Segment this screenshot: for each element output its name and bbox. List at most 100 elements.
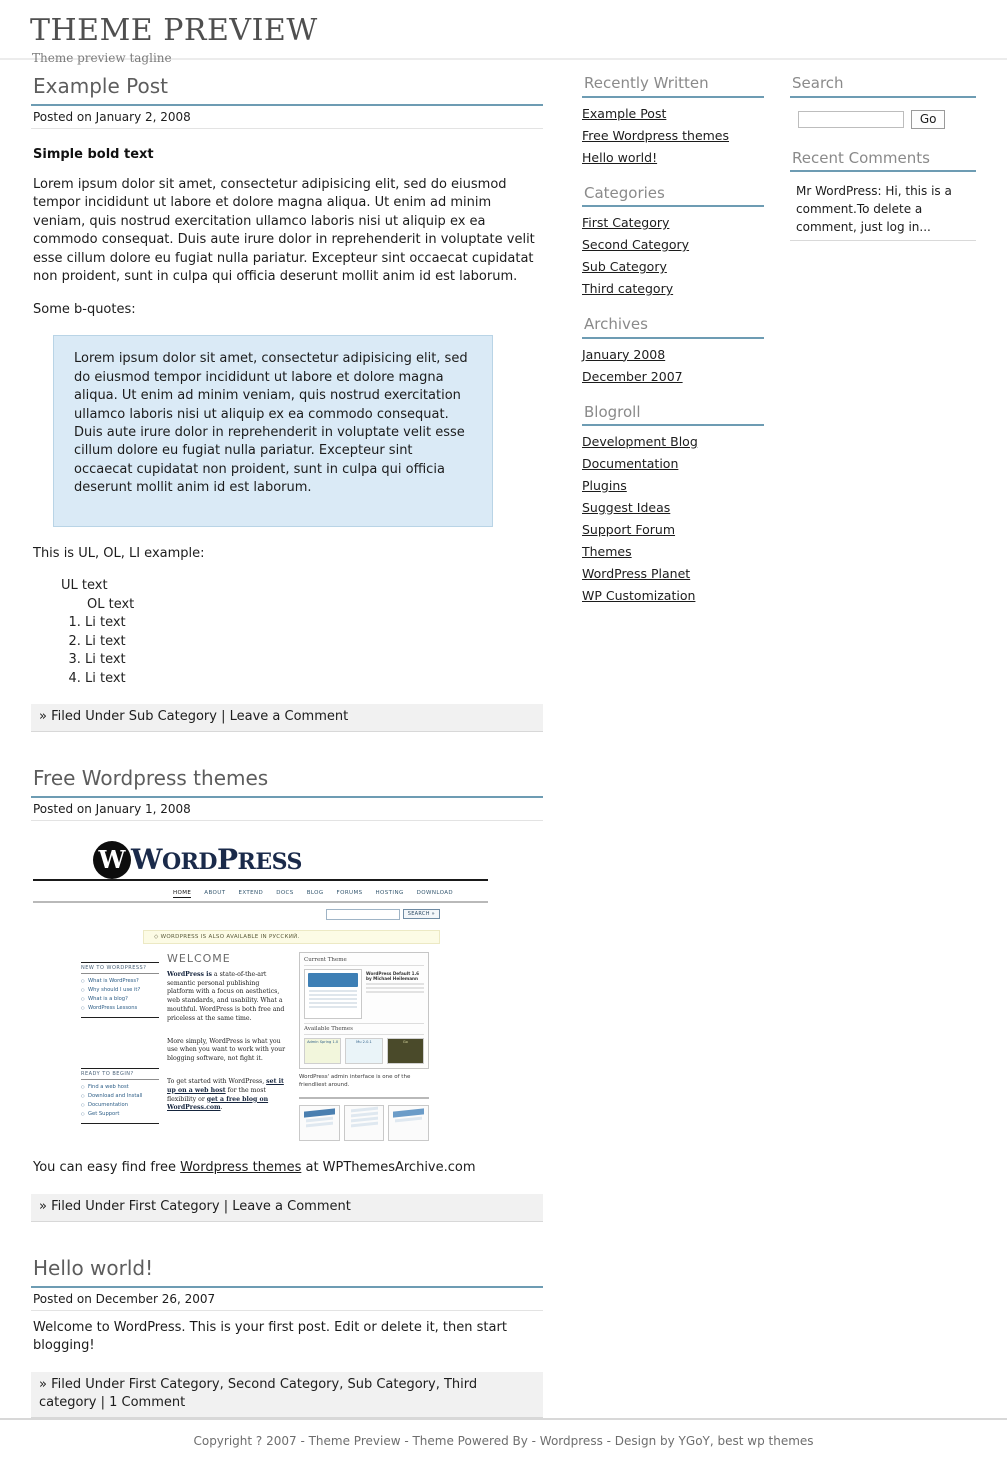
sidebar-link[interactable]: WP Customization xyxy=(582,588,695,603)
list-item: January 2008 xyxy=(582,347,764,363)
sidebar-link[interactable]: Development Blog xyxy=(582,434,698,449)
post-title[interactable]: Hello world! xyxy=(33,1256,543,1280)
post-meta[interactable]: » Filed Under Sub Category | Leave a Com… xyxy=(31,703,543,732)
wp-paragraph-rest: a state-of-the-art semantic personal pub… xyxy=(167,970,285,1022)
wp-link-item[interactable]: Get Support xyxy=(81,1110,159,1119)
wordpress-logo-icon: W xyxy=(93,840,131,879)
wp-nav-item[interactable]: FORUMS xyxy=(337,890,363,896)
wp-link-item[interactable]: WordPress Lessons xyxy=(81,1004,159,1013)
sidebar-link[interactable]: Documentation xyxy=(582,456,678,471)
wp-theme-cell[interactable]: Go xyxy=(386,1037,424,1064)
widget-title: Search xyxy=(792,74,844,92)
wp-theme-cell[interactable]: Mu 2.0.1 xyxy=(345,1037,383,1064)
widget-search: Search Go xyxy=(790,74,976,129)
wp-link-item[interactable]: Find a web host xyxy=(81,1083,159,1092)
wp-link-item[interactable]: Documentation xyxy=(81,1101,159,1110)
list-item: Free Wordpress themes xyxy=(582,128,764,144)
widget-rule xyxy=(582,424,764,426)
post-free-wordpress-themes: Free Wordpress themes Posted on January … xyxy=(31,766,543,1222)
post-body: W WORDPRESS HOME ABOUT EXTEND DOCS BLOG FORUM… xyxy=(31,821,543,1178)
sidebar-link[interactable]: Suggest Ideas xyxy=(582,500,670,515)
wordpress-themes-link[interactable]: Wordpress themes xyxy=(180,1160,301,1175)
wp-nav-item[interactable]: DOWNLOAD xyxy=(417,890,453,896)
sidebar-link[interactable]: WordPress Planet xyxy=(582,566,690,581)
search-form: Go xyxy=(790,106,976,129)
wp-nav-item[interactable]: EXTEND xyxy=(238,890,263,896)
sidebar-link[interactable]: Example Post xyxy=(582,106,666,121)
caption-text-after: at WPThemesArchive.com xyxy=(301,1160,476,1176)
wp-new-to-heading: NEW TO WORDPRESS? xyxy=(81,961,159,974)
wp-theme-cell[interactable]: Admin Spring 1.0 xyxy=(304,1037,342,1064)
widget-list: January 2008 December 2007 xyxy=(582,347,764,385)
wp-columns: NEW TO WORDPRESS? What is WordPress? Why… xyxy=(33,951,488,1142)
list-item: WP Customization xyxy=(582,588,764,604)
wp-promo-card[interactable] xyxy=(299,1105,340,1142)
list-item: Li text xyxy=(85,614,541,632)
meta-line xyxy=(366,986,424,989)
meta-line xyxy=(366,990,424,993)
wp-link-item[interactable]: Why should I use it? xyxy=(81,986,159,995)
wp-paragraph: WordPress is a state-of-the-art semantic… xyxy=(167,971,287,1024)
wp-link-item[interactable]: What is a blog? xyxy=(81,995,159,1004)
card-shape xyxy=(306,1121,333,1128)
wp-promo-card[interactable] xyxy=(388,1105,430,1142)
wp-nav-item[interactable]: DOCS xyxy=(276,890,294,896)
wp-promo-card[interactable] xyxy=(343,1105,385,1142)
widget-title: Recently Written xyxy=(584,74,709,92)
wp-admin-caption: WordPress' admin interface is one of the… xyxy=(299,1073,411,1089)
sidebar-link[interactable]: Third category xyxy=(582,281,673,296)
wp-link-item[interactable]: Download and Install xyxy=(81,1092,159,1101)
list-item: Themes xyxy=(582,544,764,560)
sidebar-link[interactable]: December 2007 xyxy=(582,369,683,384)
post-meta[interactable]: » Filed Under First Category | Leave a C… xyxy=(31,1193,543,1222)
sidebar-link[interactable]: Plugins xyxy=(582,478,627,493)
wp-search-button[interactable]: SEARCH » xyxy=(402,909,440,920)
widget-list: First Category Second Category Sub Categ… xyxy=(582,215,764,297)
main-content: Example Post Posted on January 2, 2008 S… xyxy=(31,74,543,1448)
sidebar-link[interactable]: Support Forum xyxy=(582,522,675,537)
site-header: THEME PREVIEW Theme preview tagline xyxy=(0,0,1007,65)
wp-link-item[interactable]: What is WordPress? xyxy=(81,977,159,986)
widget-list: Example Post Free Wordpress themes Hello… xyxy=(582,106,764,166)
wp-current-theme-name: WordPress Default 1.6 by Michael Heilema… xyxy=(366,970,420,981)
wp-nav-item[interactable]: ABOUT xyxy=(204,890,225,896)
post-date: Posted on December 26, 2007 xyxy=(31,1288,543,1311)
widget-title: Archives xyxy=(584,315,648,333)
post-caption: You can easy find free Wordpress themes … xyxy=(33,1159,541,1177)
widget-archives: Archives January 2008 December 2007 xyxy=(582,315,764,385)
wp-middle-column: WELCOME WordPress is a state-of-the-art … xyxy=(167,952,299,1142)
wp-nav-item[interactable]: HOME xyxy=(173,889,192,898)
wp-theme-meta: WordPress Default 1.6 by Michael Heilema… xyxy=(366,969,424,1019)
search-input[interactable] xyxy=(798,110,904,128)
recent-comment-item[interactable]: Mr WordPress: Hi, this is a comment.To d… xyxy=(790,180,976,241)
sidebar-link[interactable]: Hello world! xyxy=(582,150,657,165)
wp-nav-item[interactable]: BLOG xyxy=(307,890,324,896)
thumb-line xyxy=(309,997,357,1000)
list-item: OL text xyxy=(87,596,135,612)
post-paragraph: Welcome to WordPress. This is your first… xyxy=(33,1319,507,1354)
sidebar-link[interactable]: Free Wordpress themes xyxy=(582,128,729,143)
wp-new-to-list: What is WordPress? Why should I use it? … xyxy=(81,977,159,1018)
post-date: Posted on January 2, 2008 xyxy=(31,106,543,129)
sidebar-link[interactable]: First Category xyxy=(582,215,669,230)
wp-available-themes-label: Available Themes xyxy=(304,1022,424,1035)
wp-search-input[interactable] xyxy=(325,908,400,920)
sidebar-link[interactable]: Themes xyxy=(582,544,632,559)
post-title[interactable]: Free Wordpress themes xyxy=(33,766,543,790)
wp-nav-item[interactable]: HOSTING xyxy=(376,890,404,896)
post-meta[interactable]: » Filed Under First Category, Second Cat… xyxy=(31,1371,543,1419)
wp-theme-cell-name: Admin Spring 1.0 xyxy=(307,1039,339,1044)
post-blockquote: Lorem ipsum dolor sit amet, consectetur … xyxy=(53,335,493,527)
wp-current-theme-label: Current Theme xyxy=(304,957,424,966)
post-title[interactable]: Example Post xyxy=(33,74,543,98)
sidebar-link[interactable]: January 2008 xyxy=(582,347,665,362)
wp-ready-heading: READY TO BEGIN? xyxy=(81,1067,159,1080)
wp-right-column: Current Theme WordPress Default 1.6 by M… xyxy=(299,951,430,1142)
wp-text: To get started with WordPress, xyxy=(167,1077,267,1085)
list-item: December 2007 xyxy=(582,369,764,385)
widget-rule xyxy=(790,95,976,98)
sidebar-link[interactable]: Second Category xyxy=(582,237,689,252)
sidebar-link[interactable]: Sub Category xyxy=(582,259,667,274)
search-go-button[interactable]: Go xyxy=(911,109,946,129)
list-item: Documentation xyxy=(582,456,764,472)
